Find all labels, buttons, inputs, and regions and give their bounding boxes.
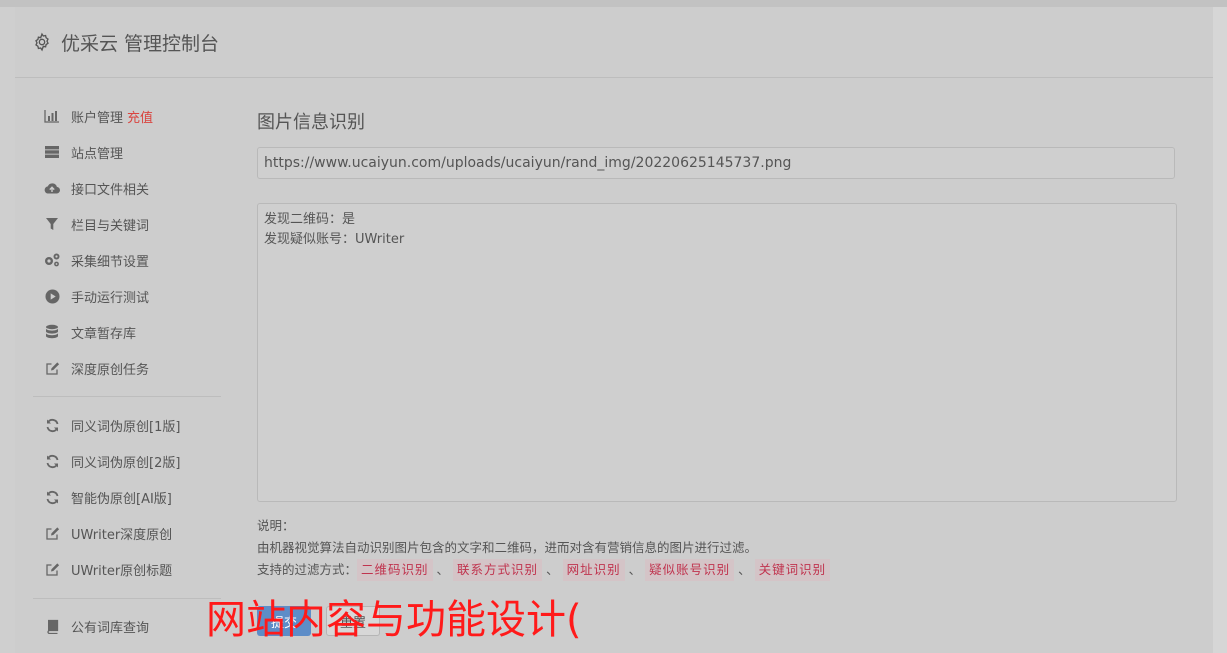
filter-separator: 、 (546, 562, 559, 577)
result-textarea[interactable]: 发现二维码：是 发现疑似账号：UWriter (257, 203, 1177, 502)
filter-tag-contact: 联系方式识别 (453, 559, 543, 581)
filter-methods: 支持的过滤方式： 二维码识别、联系方式识别、网址识别、疑似账号识别、关键词识别 (257, 559, 831, 581)
refresh-icon (43, 416, 61, 434)
sidebar-item-interface[interactable]: 接口文件相关 (43, 176, 149, 200)
notes-heading: 说明： (257, 518, 295, 533)
database-icon (43, 323, 61, 341)
recharge-link[interactable]: 充值 (127, 107, 153, 126)
app-title: 优采云 管理控制台 (61, 32, 220, 55)
sidebar-item-label: 同义词伪原创[1版] (71, 419, 181, 435)
sidebar-item-public-lexicon[interactable]: 公有词库查询 (43, 614, 149, 638)
notes-section: 说明： 由机器视觉算法自动识别图片包含的文字和二维码，进而对含有营销信息的图片进… (257, 515, 831, 581)
refresh-icon (43, 488, 61, 506)
refresh-icon (43, 452, 61, 470)
sidebar-item-synonym-v2[interactable]: 同义词伪原创[2版] (43, 449, 180, 473)
filter-prefix: 支持的过滤方式： (257, 562, 358, 577)
sidebar-item-label: 智能伪原创[AI版] (71, 491, 172, 507)
filter-tag-keyword: 关键词识别 (754, 559, 831, 581)
play-circle-icon (43, 287, 61, 305)
sidebar-divider (33, 598, 221, 599)
page-title: 图片信息识别 (257, 112, 365, 133)
edit-icon (43, 560, 61, 578)
notes-description: 由机器视觉算法自动识别图片包含的文字和二维码，进而对含有营销信息的图片进行过滤。 (257, 540, 758, 555)
sidebar-divider (33, 396, 221, 397)
sidebar-item-label: 同义词伪原创[2版] (71, 455, 181, 471)
sidebar-item-label: 文章暂存库 (71, 326, 137, 342)
app-header: 优采云 管理控制台 (15, 7, 1213, 78)
sidebar-item-collect-settings[interactable]: 采集细节设置 (43, 248, 149, 272)
sidebar-item-columns[interactable]: 栏目与关键词 (43, 212, 149, 236)
book-icon (43, 617, 61, 635)
filter-separator: 、 (738, 562, 751, 577)
sidebar-item-label: UWriter深度原创 (71, 527, 173, 543)
filter-icon (43, 215, 61, 233)
filter-tag-qrcode: 二维码识别 (357, 559, 433, 581)
sidebar-item-label: 栏目与关键词 (71, 218, 150, 234)
top-strip (0, 0, 1227, 7)
gears-icon (43, 251, 61, 269)
gear-icon[interactable] (32, 32, 52, 52)
cloud-upload-icon (43, 179, 61, 197)
filter-separator: 、 (628, 562, 642, 577)
sidebar-item-label: 手动运行测试 (71, 290, 150, 306)
sidebar-item-sites[interactable]: 站点管理 (43, 140, 123, 164)
sidebar-item-label: 采集细节设置 (71, 254, 150, 270)
server-icon (43, 143, 61, 161)
edit-icon (43, 359, 61, 377)
sidebar-item-uwriter-deep[interactable]: UWriter深度原创 (43, 521, 172, 545)
filter-tag-url: 网址识别 (562, 559, 625, 581)
edit-icon (43, 524, 61, 542)
sidebar-item-synonym-v1[interactable]: 同义词伪原创[1版] (43, 413, 180, 437)
sidebar-item-label: 公有词库查询 (71, 620, 150, 636)
filter-tag-account: 疑似账号识别 (645, 559, 735, 581)
bar-chart-icon (43, 107, 61, 125)
sidebar-item-label: 深度原创任务 (71, 362, 150, 378)
sidebar-item-label: 接口文件相关 (71, 182, 150, 198)
sidebar-item-ai-rewrite[interactable]: 智能伪原创[AI版] (43, 485, 172, 509)
sidebar-item-article-store[interactable]: 文章暂存库 (43, 320, 136, 344)
sidebar-item-label: UWriter原创标题 (71, 563, 173, 579)
sidebar-item-label: 站点管理 (71, 146, 124, 162)
watermark-overlay-text: 网站内容与功能设计( (206, 597, 582, 643)
page-scrollbar[interactable] (1213, 7, 1227, 653)
sidebar-item-uwriter-title[interactable]: UWriter原创标题 (43, 557, 172, 581)
sidebar-item-label: 账户管理 (71, 110, 124, 126)
filter-separator: 、 (436, 562, 450, 577)
sidebar-item-deep-original[interactable]: 深度原创任务 (43, 356, 149, 380)
sidebar-item-manual-run[interactable]: 手动运行测试 (43, 284, 149, 308)
image-url-input[interactable] (257, 147, 1175, 179)
sidebar-item-account[interactable]: 账户管理 充值 (43, 104, 153, 128)
